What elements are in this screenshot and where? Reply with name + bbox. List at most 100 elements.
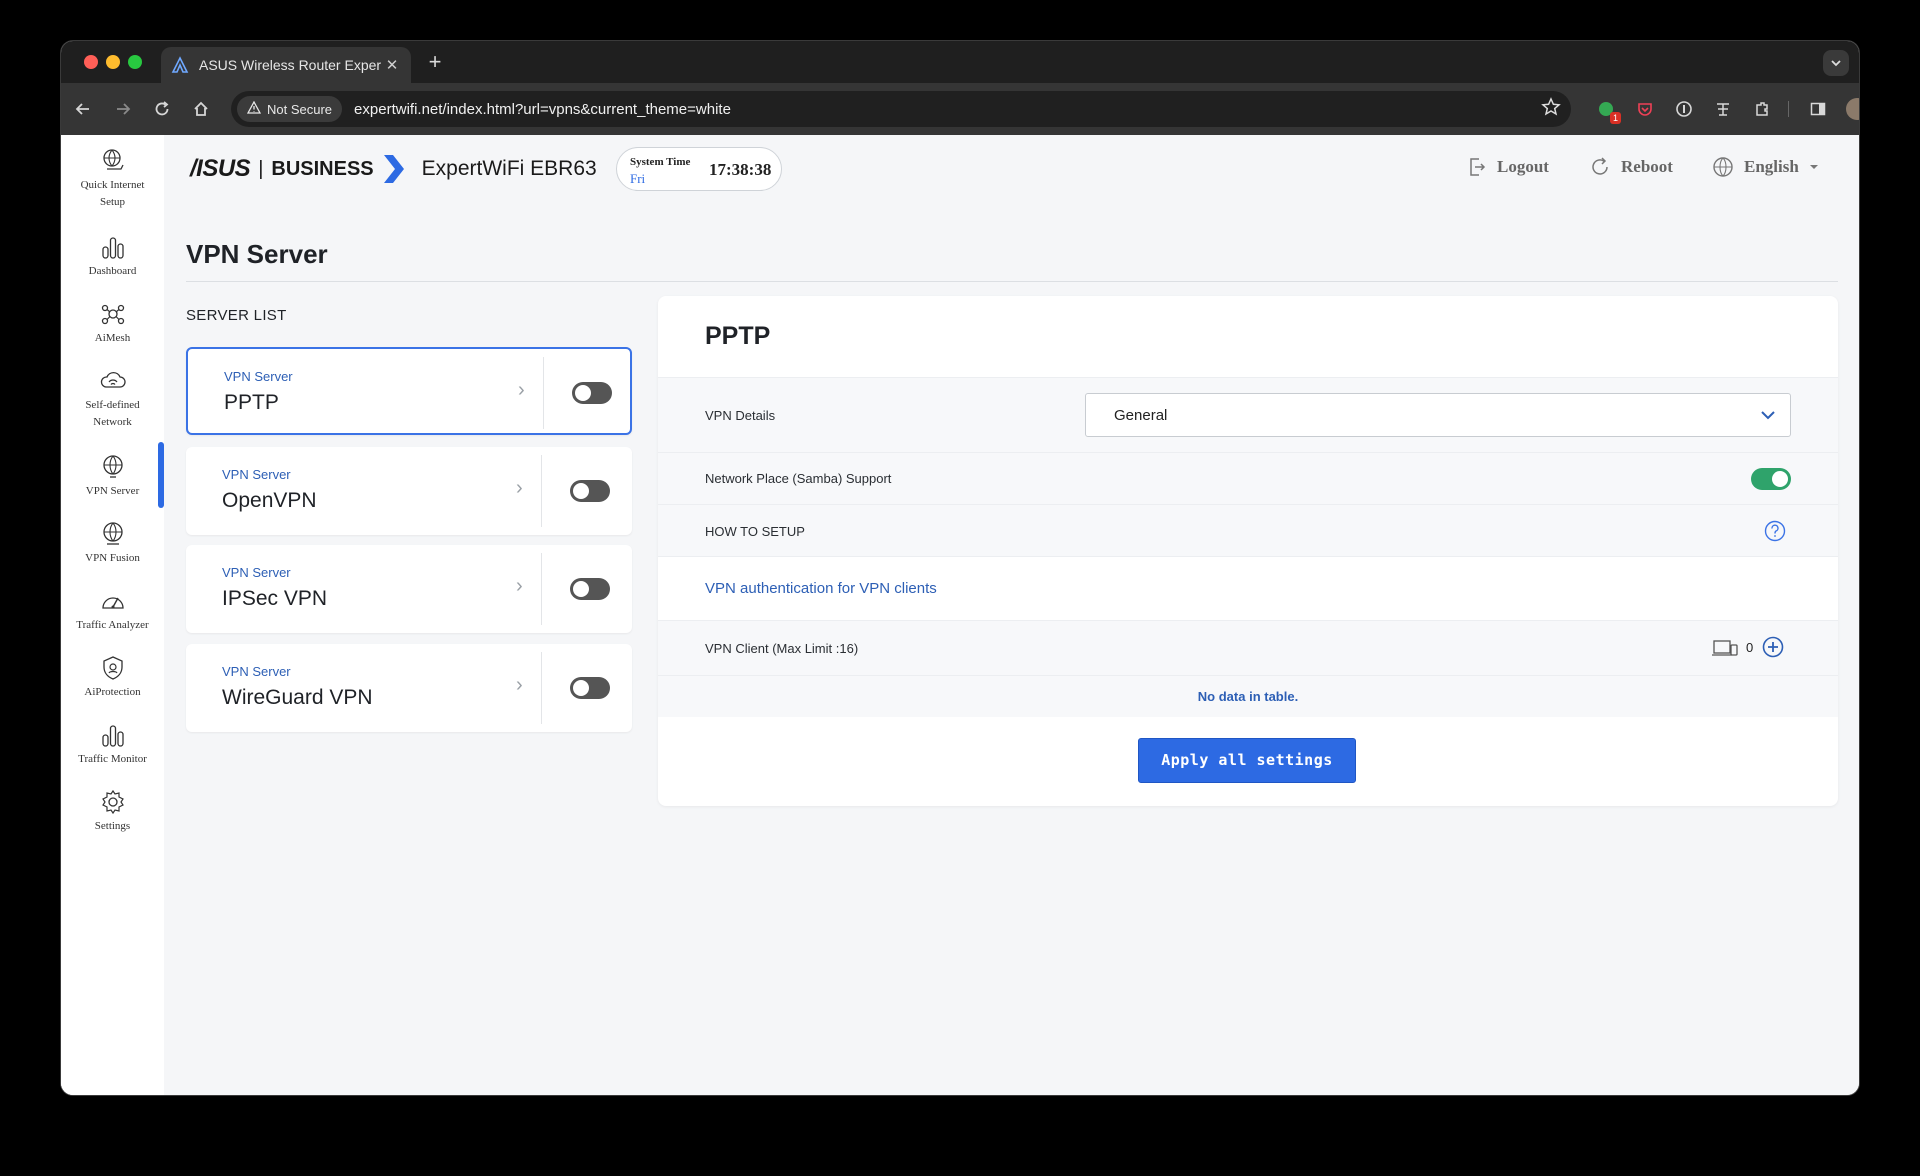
logout-label: Logout — [1497, 157, 1549, 176]
pptp-settings-panel: PPTP VPN Details General Network Place (… — [658, 296, 1838, 806]
vpn-auth-link[interactable]: VPN authentication for VPN clients — [705, 580, 937, 597]
nav-aiprotection[interactable]: AiProtection — [61, 654, 164, 701]
vpn-details-value: General — [1114, 407, 1168, 424]
security-indicator[interactable]: Not Secure — [237, 96, 343, 122]
nav-label-line2: Network — [93, 416, 132, 428]
gear-icon — [101, 789, 124, 815]
card-divider — [541, 553, 542, 625]
profile-avatar[interactable] — [1844, 96, 1859, 122]
browser-tab-active[interactable]: ASUS Wireless Router Exper ✕ — [161, 47, 411, 83]
server-list-heading: SERVER LIST — [186, 307, 287, 324]
apply-all-settings-button[interactable]: Apply all settings — [1138, 738, 1356, 783]
translate-icon[interactable] — [1710, 96, 1736, 122]
server-card-ipsec[interactable]: VPN Server IPSec VPN › — [186, 545, 632, 633]
gauge-icon — [101, 597, 124, 609]
vpn-details-select[interactable]: General — [1085, 393, 1791, 437]
url-text[interactable]: expertwifi.net/index.html?url=vpns&curre… — [354, 101, 731, 118]
tab-search-chevron-icon[interactable] — [1823, 50, 1849, 76]
nav-settings[interactable]: Settings — [61, 788, 164, 835]
nav-dashboard[interactable]: Dashboard — [61, 233, 164, 280]
extensions-puzzle-icon[interactable] — [1749, 96, 1775, 122]
forward-arrow-icon[interactable] — [109, 95, 137, 123]
system-time-label: System Time — [630, 156, 691, 168]
reboot-button[interactable]: Reboot — [1589, 156, 1673, 178]
extension-green-icon[interactable]: 1 — [1593, 96, 1621, 124]
home-icon[interactable] — [187, 95, 215, 123]
add-client-plus-icon[interactable] — [1762, 636, 1784, 658]
nav-traffic-analyzer[interactable]: Traffic Analyzer — [61, 587, 164, 634]
server-card-pptp[interactable]: VPN Server PPTP › — [186, 347, 632, 435]
nav-vpn-server[interactable]: VPN Server — [61, 453, 164, 500]
onepassword-icon[interactable] — [1671, 96, 1697, 122]
chevron-down-icon — [1761, 411, 1775, 420]
nav-label: Settings — [94, 820, 131, 832]
toggle-knob — [573, 581, 589, 597]
devices-icon — [1712, 640, 1738, 656]
chevron-right-icon: › — [518, 379, 525, 401]
toolbar-divider — [1788, 101, 1789, 117]
language-label: English — [1744, 157, 1799, 176]
how-to-setup-row: HOW TO SETUP — [658, 504, 1838, 556]
asus-logo: /ISUS — [190, 155, 251, 182]
client-table-empty-row: No data in table. — [658, 675, 1838, 717]
browser-window: ASUS Wireless Router Exper ✕ + Not Secur… — [61, 41, 1859, 1095]
tab-close-icon[interactable]: ✕ — [383, 56, 401, 74]
brand-separator: | — [258, 157, 264, 180]
nav-label: Quick Internet — [80, 179, 145, 191]
close-window-button[interactable] — [84, 55, 98, 69]
system-time-badge: System Time Fri 17:38:38 — [616, 147, 782, 191]
window-controls — [84, 55, 142, 69]
pocket-icon[interactable] — [1632, 96, 1658, 122]
card-divider — [541, 652, 542, 724]
reload-icon[interactable] — [148, 95, 176, 123]
back-arrow-icon[interactable] — [69, 95, 97, 123]
brand-chevron-icon — [383, 155, 404, 183]
nav-label: AiMesh — [94, 332, 131, 344]
vpn-client-count: 0 — [1746, 640, 1754, 655]
address-bar[interactable]: Not Secure expertwifi.net/index.html?url… — [231, 91, 1571, 127]
toggle-knob — [575, 385, 591, 401]
panel-title: PPTP — [705, 322, 771, 350]
shield-icon — [102, 656, 123, 680]
globe-hand-icon — [102, 149, 124, 170]
nav-traffic-monitor[interactable]: Traffic Monitor — [61, 721, 164, 768]
avatar — [1846, 98, 1859, 120]
ipsec-enable-toggle[interactable] — [570, 578, 610, 600]
browser-toolbar: Not Secure expertwifi.net/index.html?url… — [61, 83, 1859, 135]
card-divider — [541, 455, 542, 527]
vpn-client-label: VPN Client (Max Limit :16) — [705, 641, 859, 656]
openvpn-enable-toggle[interactable] — [570, 480, 610, 502]
nav-aimesh[interactable]: AiMesh — [61, 300, 164, 347]
toggle-knob — [573, 483, 589, 499]
nav-vpn-fusion[interactable]: VPN Fusion — [61, 520, 164, 567]
wireguard-enable-toggle[interactable] — [570, 677, 610, 699]
new-tab-button[interactable]: + — [423, 50, 447, 74]
vpn-details-row: VPN Details General — [658, 377, 1838, 452]
vpn-fusion-icon — [102, 522, 123, 545]
nav-label-line2: Setup — [99, 196, 126, 208]
logout-button[interactable]: Logout — [1467, 156, 1549, 178]
chevron-right-icon: › — [516, 674, 523, 696]
minimize-window-button[interactable] — [106, 55, 120, 69]
router-admin-page: Quick Internet Setup Dashboard AiMesh Se… — [61, 135, 1859, 1095]
router-model: ExpertWiFi EBR63 — [421, 157, 597, 180]
maximize-window-button[interactable] — [128, 55, 142, 69]
language-selector[interactable]: English — [1712, 156, 1819, 178]
card-divider — [543, 357, 544, 429]
warning-triangle-icon — [246, 100, 262, 117]
samba-toggle[interactable] — [1751, 468, 1791, 490]
nav-label: Self-defined — [85, 399, 140, 411]
bar-chart-icon — [101, 237, 124, 259]
server-card-openvpn[interactable]: VPN Server OpenVPN › — [186, 447, 632, 535]
help-question-icon[interactable] — [1764, 520, 1786, 542]
pptp-enable-toggle[interactable] — [572, 382, 612, 404]
samba-label: Network Place (Samba) Support — [705, 471, 892, 486]
server-card-wireguard[interactable]: VPN Server WireGuard VPN › — [186, 644, 632, 732]
brand-header: /ISUS | BUSINESS ExpertWiFi EBR63 — [190, 152, 597, 186]
nav-self-defined-network[interactable]: Self-defined Network — [61, 367, 164, 431]
nav-label: AiProtection — [84, 686, 141, 698]
sidebar-toggle-icon[interactable] — [1805, 96, 1831, 122]
nav-quick-internet-setup[interactable]: Quick Internet Setup — [61, 147, 164, 211]
vpn-globe-icon — [102, 455, 123, 478]
bookmark-star-icon[interactable] — [1541, 97, 1561, 122]
